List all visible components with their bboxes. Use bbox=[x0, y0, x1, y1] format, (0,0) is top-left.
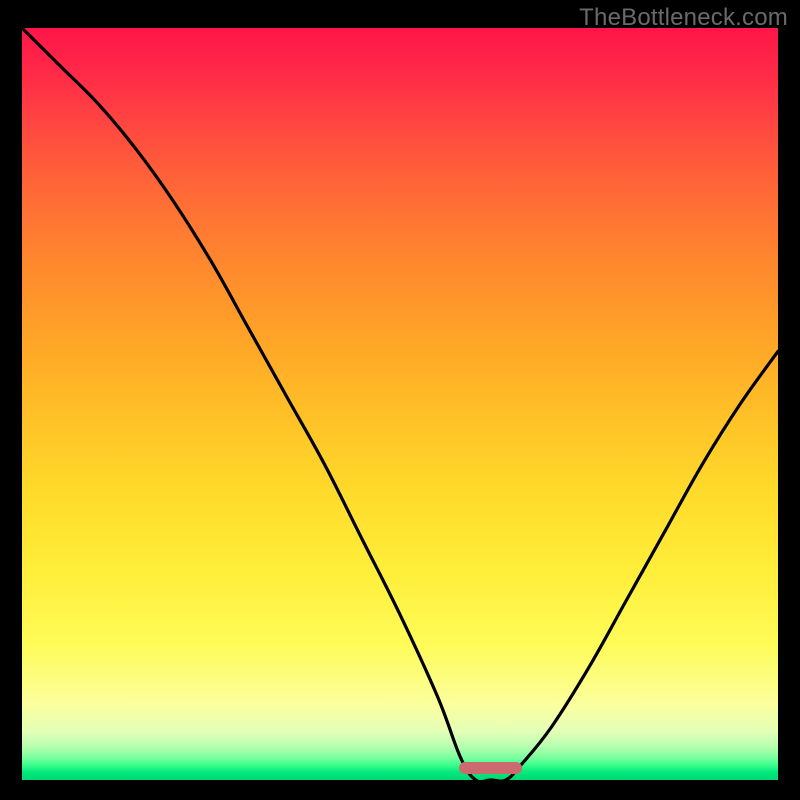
optimal-range-marker bbox=[459, 762, 522, 774]
plot-area bbox=[22, 28, 778, 780]
chart-frame: TheBottleneck.com bbox=[0, 0, 800, 800]
bottleneck-curve bbox=[22, 28, 778, 780]
watermark-text: TheBottleneck.com bbox=[579, 4, 788, 32]
